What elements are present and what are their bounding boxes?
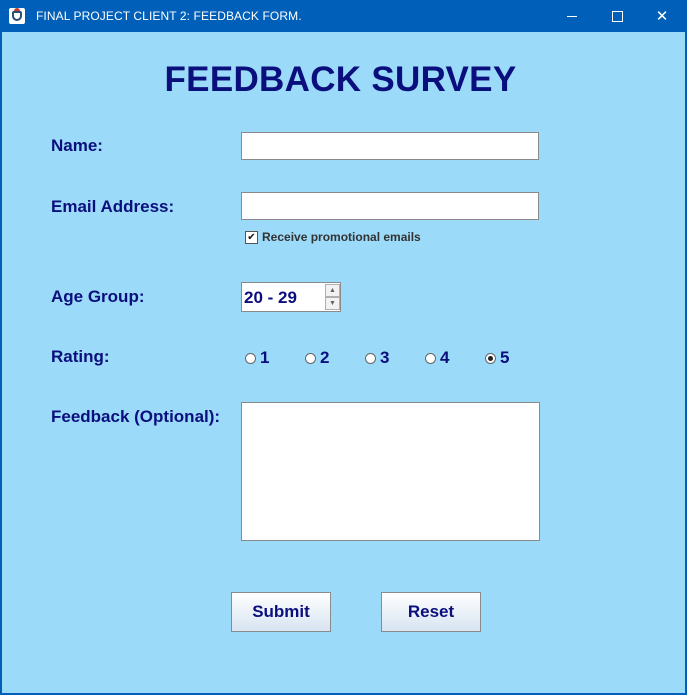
spinner-up-button[interactable]: ▲ [325,284,340,297]
feedback-textarea[interactable] [241,402,540,541]
rating-option-2[interactable]: 2 [305,348,329,368]
rating-option-3[interactable]: 3 [365,348,389,368]
rating-option-5[interactable]: 5 [485,348,509,368]
maximize-button[interactable] [594,0,640,32]
rating-option-label: 4 [440,348,450,367]
window-title: FINAL PROJECT CLIENT 2: FEEDBACK FORM. [36,9,302,23]
rating-option-label: 5 [500,348,510,367]
rating-option-label: 1 [260,348,270,367]
age-group-spinner[interactable]: 20 - 29 ▲ ▼ [241,282,341,312]
form-panel: FEEDBACK SURVEY Name: Email Address: ✔ R… [2,32,685,693]
email-field[interactable] [241,192,539,220]
age-group-value[interactable]: 20 - 29 [244,288,297,308]
radio-button-selected-icon[interactable] [485,352,496,364]
rating-radio-group: 1 2 3 4 5 [2,348,685,368]
close-button[interactable]: ✕ [639,0,685,32]
promo-checkbox-label: Receive promotional emails [262,230,421,244]
promo-checkbox-row[interactable]: ✔ Receive promotional emails [245,230,421,244]
reset-button[interactable]: Reset [381,592,481,632]
submit-button[interactable]: Submit [231,592,331,632]
window-titlebar[interactable]: FINAL PROJECT CLIENT 2: FEEDBACK FORM. ✕ [0,0,687,32]
rating-option-1[interactable]: 1 [245,348,269,368]
rating-option-label: 2 [320,348,330,367]
feedback-label: Feedback (Optional): [51,407,221,426]
radio-button-icon[interactable] [425,352,436,364]
minimize-icon [567,15,577,17]
promo-checkbox[interactable]: ✔ [245,230,258,244]
name-field[interactable] [241,132,539,160]
java-app-icon [9,8,25,24]
maximize-icon [611,10,623,22]
age-group-label: Age Group: [51,287,145,306]
form-heading: FEEDBACK SURVEY [164,60,517,99]
rating-option-label: 3 [380,348,390,367]
radio-button-icon[interactable] [365,352,376,364]
email-label: Email Address: [51,197,175,216]
rating-option-4[interactable]: 4 [425,348,449,368]
radio-button-icon[interactable] [245,352,256,364]
name-label: Name: [51,136,103,155]
radio-button-icon[interactable] [305,352,316,364]
spinner-down-button[interactable]: ▼ [325,297,340,310]
minimize-button[interactable] [549,0,595,32]
close-icon: ✕ [655,6,669,25]
